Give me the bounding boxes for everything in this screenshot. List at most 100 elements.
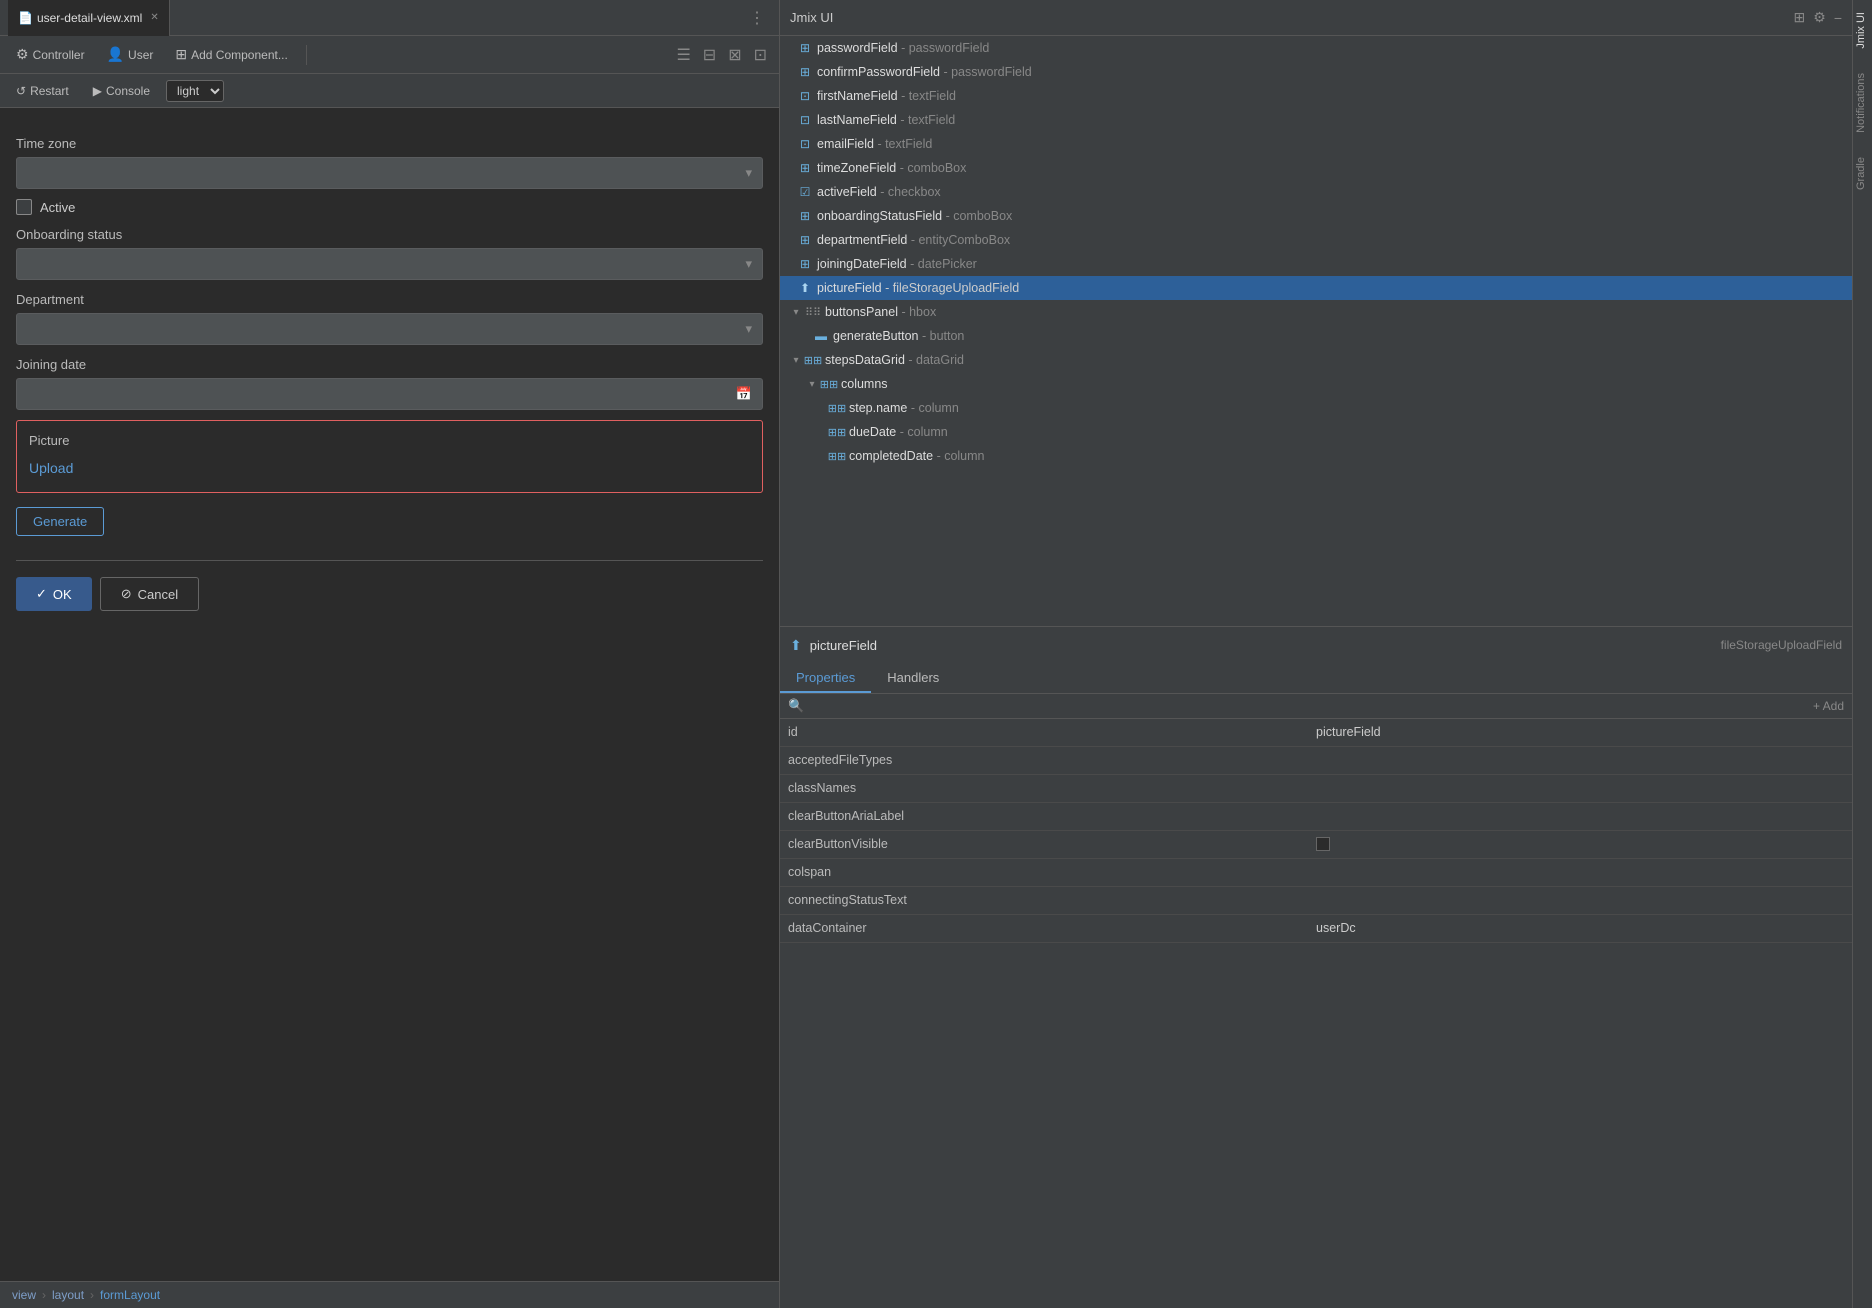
tree-item-completedDate[interactable]: ⊞⊞ completedDate - column xyxy=(780,444,1852,468)
department-input[interactable]: ▾ xyxy=(16,313,763,345)
tree-item-passwordField[interactable]: ⊞ passwordField - passwordField xyxy=(780,36,1852,60)
theme-select[interactable]: light dark xyxy=(166,80,224,102)
joining-date-input[interactable]: 📅 xyxy=(16,378,763,410)
prop-key-connectingStatusText: connectingStatusText xyxy=(788,893,1316,907)
clearButtonVisible-checkbox[interactable] xyxy=(1316,837,1330,851)
add-component-button[interactable]: ⊞ Add Component... xyxy=(167,43,295,66)
tree-item-generateButton[interactable]: ▬ generateButton - button xyxy=(780,324,1852,348)
action-buttons: ✓ OK ⊘ Cancel xyxy=(16,577,763,611)
tree-item-emailField[interactable]: ⊡ emailField - textField xyxy=(780,132,1852,156)
prop-row-connectingStatusText[interactable]: connectingStatusText xyxy=(780,887,1852,915)
prop-row-acceptedFileTypes[interactable]: acceptedFileTypes xyxy=(780,747,1852,775)
tree-label-activeField: activeField - checkbox xyxy=(817,185,941,199)
view-columns-button[interactable]: ⊟ xyxy=(699,43,720,67)
tree-item-joiningDateField[interactable]: ⊞ joiningDateField - datePicker xyxy=(780,252,1852,276)
prop-row-clearButtonAriaLabel[interactable]: clearButtonAriaLabel xyxy=(780,803,1852,831)
tree-label-columns: columns xyxy=(841,377,888,391)
prop-row-dataContainer[interactable]: dataContainer userDc xyxy=(780,915,1852,943)
duedate-icon: ⊞⊞ xyxy=(828,423,846,441)
view-image-button[interactable]: ⊠ xyxy=(724,43,745,67)
tree-item-lastNameField[interactable]: ⊡ lastNameField - textField xyxy=(780,108,1852,132)
timezone-input[interactable]: ▾ xyxy=(16,157,763,189)
user-button[interactable]: 👤 User xyxy=(99,43,162,66)
tree-item-stepname[interactable]: ⊞⊞ step.name - column xyxy=(780,396,1852,420)
toolbar-right: ☰ ⊟ ⊠ ⊡ xyxy=(672,43,771,67)
tree-item-onboardingStatusField[interactable]: ⊞ onboardingStatusField - comboBox xyxy=(780,204,1852,228)
prop-row-clearButtonVisible[interactable]: clearButtonVisible xyxy=(780,831,1852,859)
tree-item-pictureField[interactable]: ⬆ pictureField - fileStorageUploadField xyxy=(780,276,1852,300)
tree-label-buttonsPanel: buttonsPanel - hbox xyxy=(825,305,936,319)
restart-button[interactable]: ↺ Restart xyxy=(8,82,77,100)
timezone-label: Time zone xyxy=(16,136,763,151)
tree-item-stepsDataGrid[interactable]: ▾ ⊞⊞ stepsDataGrid - dataGrid xyxy=(780,348,1852,372)
tree-label-departmentField: departmentField - entityComboBox xyxy=(817,233,1010,247)
departmentfield-icon: ⊞ xyxy=(796,231,814,249)
tree-label-pictureField: pictureField - fileStorageUploadField xyxy=(817,281,1019,295)
generate-button[interactable]: Generate xyxy=(16,507,104,536)
settings-icon-button[interactable]: ⚙ xyxy=(1813,9,1826,26)
tree-label-generateButton: generateButton - button xyxy=(833,329,964,343)
tab-more-button[interactable]: ⋮ xyxy=(743,8,771,28)
onboarding-input[interactable]: ▾ xyxy=(16,248,763,280)
active-checkbox[interactable] xyxy=(16,199,32,215)
side-label-gradle[interactable]: Gradle xyxy=(1853,145,1872,202)
side-label-notifications[interactable]: Notifications xyxy=(1853,61,1872,145)
cancel-button[interactable]: ⊘ Cancel xyxy=(100,577,199,611)
ok-button[interactable]: ✓ OK xyxy=(16,577,92,611)
timezone-chevron-icon: ▾ xyxy=(745,165,752,181)
tree-item-timeZoneField[interactable]: ⊞ timeZoneField - comboBox xyxy=(780,156,1852,180)
stepsdatagrid-toggle[interactable]: ▾ xyxy=(788,355,804,366)
view-grid-button[interactable]: ⊡ xyxy=(750,43,771,67)
properties-tabs: Properties Handlers xyxy=(780,664,1852,694)
tree-label-stepname: step.name - column xyxy=(849,401,959,415)
tab-handlers[interactable]: Handlers xyxy=(871,664,955,693)
tree-label-joiningDateField: joiningDateField - datePicker xyxy=(817,257,977,271)
tree-item-confirmPasswordField[interactable]: ⊞ confirmPasswordField - passwordField xyxy=(780,60,1852,84)
columns-toggle[interactable]: ▾ xyxy=(804,379,820,390)
tree-label-lastNameField: lastNameField - textField xyxy=(817,113,955,127)
tree-item-dueDate[interactable]: ⊞⊞ dueDate - column xyxy=(780,420,1852,444)
properties-search-input[interactable] xyxy=(810,698,1813,713)
prop-row-id[interactable]: id pictureField xyxy=(780,719,1852,747)
tree-label-completedDate: completedDate - column xyxy=(849,449,985,463)
view-list-button[interactable]: ☰ xyxy=(672,43,694,67)
joiningdatefield-icon: ⊞ xyxy=(796,255,814,273)
breadcrumb-sep2: › xyxy=(90,1288,94,1302)
component-detail-bar: ⬆ pictureField fileStorageUploadField xyxy=(780,626,1852,664)
confirmpasswordfield-icon: ⊞ xyxy=(796,63,814,81)
side-label-jmixui[interactable]: Jmix UI xyxy=(1853,0,1872,61)
prop-row-colspan[interactable]: colspan xyxy=(780,859,1852,887)
tab-properties[interactable]: Properties xyxy=(780,664,871,693)
prop-key-colspan: colspan xyxy=(788,865,1316,879)
breadcrumb-formlayout[interactable]: formLayout xyxy=(100,1288,160,1302)
tree-label-confirmPasswordField: confirmPasswordField - passwordField xyxy=(817,65,1032,79)
tree-item-departmentField[interactable]: ⊞ departmentField - entityComboBox xyxy=(780,228,1852,252)
console-button[interactable]: ▶ Console xyxy=(85,82,158,100)
restart-icon: ↺ xyxy=(16,84,26,98)
tree-label-firstNameField: firstNameField - textField xyxy=(817,89,956,103)
tree-item-columns[interactable]: ▾ ⊞⊞ columns xyxy=(780,372,1852,396)
breadcrumb-view[interactable]: view xyxy=(12,1288,36,1302)
breadcrumb-layout[interactable]: layout xyxy=(52,1288,84,1302)
tree-item-buttonsPanel[interactable]: ▾ ⠿⠿ buttonsPanel - hbox xyxy=(780,300,1852,324)
controller-button[interactable]: ⚙ Controller xyxy=(8,43,93,66)
tree-item-firstNameField[interactable]: ⊡ firstNameField - textField xyxy=(780,84,1852,108)
tree-item-activeField[interactable]: ☑ activeField - checkbox xyxy=(780,180,1852,204)
timezonefield-icon: ⊞ xyxy=(796,159,814,177)
tab-close-icon[interactable]: ✕ xyxy=(150,12,158,23)
component-detail-icon: ⬆ xyxy=(790,637,802,654)
department-chevron-icon: ▾ xyxy=(745,321,752,337)
file-tab[interactable]: 📄 user-detail-view.xml ✕ xyxy=(8,0,170,36)
left-panel: 📄 user-detail-view.xml ✕ ⋮ ⚙ Controller … xyxy=(0,0,780,1308)
add-property-button[interactable]: + Add xyxy=(1813,699,1844,713)
upload-button[interactable]: Upload xyxy=(29,456,750,480)
layout-icon-button[interactable]: ⊞ xyxy=(1794,9,1806,26)
prop-row-classNames[interactable]: classNames xyxy=(780,775,1852,803)
picture-field: Picture Upload xyxy=(16,420,763,493)
right-header: Jmix UI ⊞ ⚙ − xyxy=(780,0,1852,36)
picture-label: Picture xyxy=(29,433,750,448)
breadcrumb: view › layout › formLayout xyxy=(0,1281,779,1308)
buttonspanel-toggle[interactable]: ▾ xyxy=(788,307,804,318)
onboardingstatusfield-icon: ⊞ xyxy=(796,207,814,225)
minimize-icon-button[interactable]: − xyxy=(1834,9,1842,26)
